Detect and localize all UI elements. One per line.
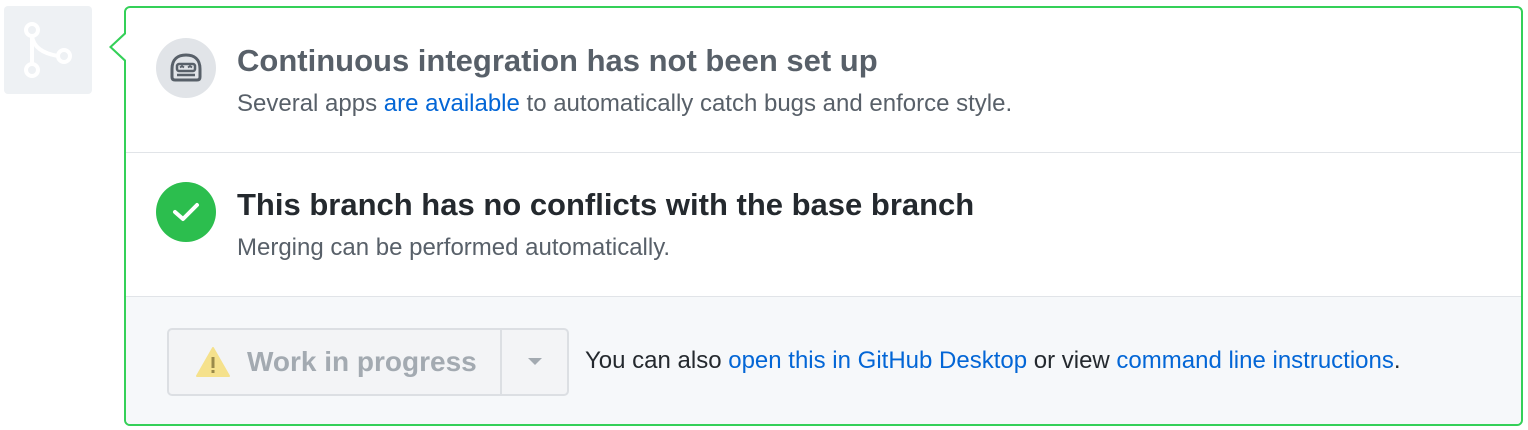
work-in-progress-button[interactable]: Work in progress [169,330,502,394]
merge-branch-icon-box [4,6,92,94]
merge-text-after: . [1393,347,1401,374]
command-line-instructions-link[interactable]: command line instructions [1116,347,1393,374]
work-in-progress-label: Work in progress [247,346,477,377]
open-in-desktop-link[interactable]: open this in GitHub Desktop [728,347,1027,374]
conflict-status-title: This branch has no conflicts with the ba… [237,187,975,222]
apps-available-link[interactable]: are available [384,90,520,117]
merge-text-middle: or view [1027,347,1117,374]
panel-pointer-fill [112,34,126,60]
ci-status-description: Several apps are available to automatica… [237,89,1012,119]
bot-icon [156,38,216,98]
conflict-status-section: This branch has no conflicts with the ba… [126,153,1521,297]
merge-alternatives-text: You can also open this in GitHub Desktop… [585,346,1401,376]
conflict-status-description: Merging can be performed automatically. [237,234,671,261]
merge-button-group: Work in progress [167,328,569,396]
merge-status-panel: Continuous integration has not been set … [124,6,1523,426]
ci-status-title: Continuous integration has not been set … [237,43,878,78]
check-icon [156,182,216,242]
ci-desc-before: Several apps [237,90,384,117]
git-merge-icon [24,22,72,78]
merge-actions-section: Work in progress You can also open this … [126,297,1521,424]
merge-options-dropdown[interactable] [502,330,567,394]
caret-down-icon [527,358,542,365]
ci-status-section: Continuous integration has not been set … [126,8,1521,153]
warning-icon [195,346,231,378]
merge-text-before: You can also [585,347,729,374]
ci-desc-after: to automatically catch bugs and enforce … [519,90,1013,117]
